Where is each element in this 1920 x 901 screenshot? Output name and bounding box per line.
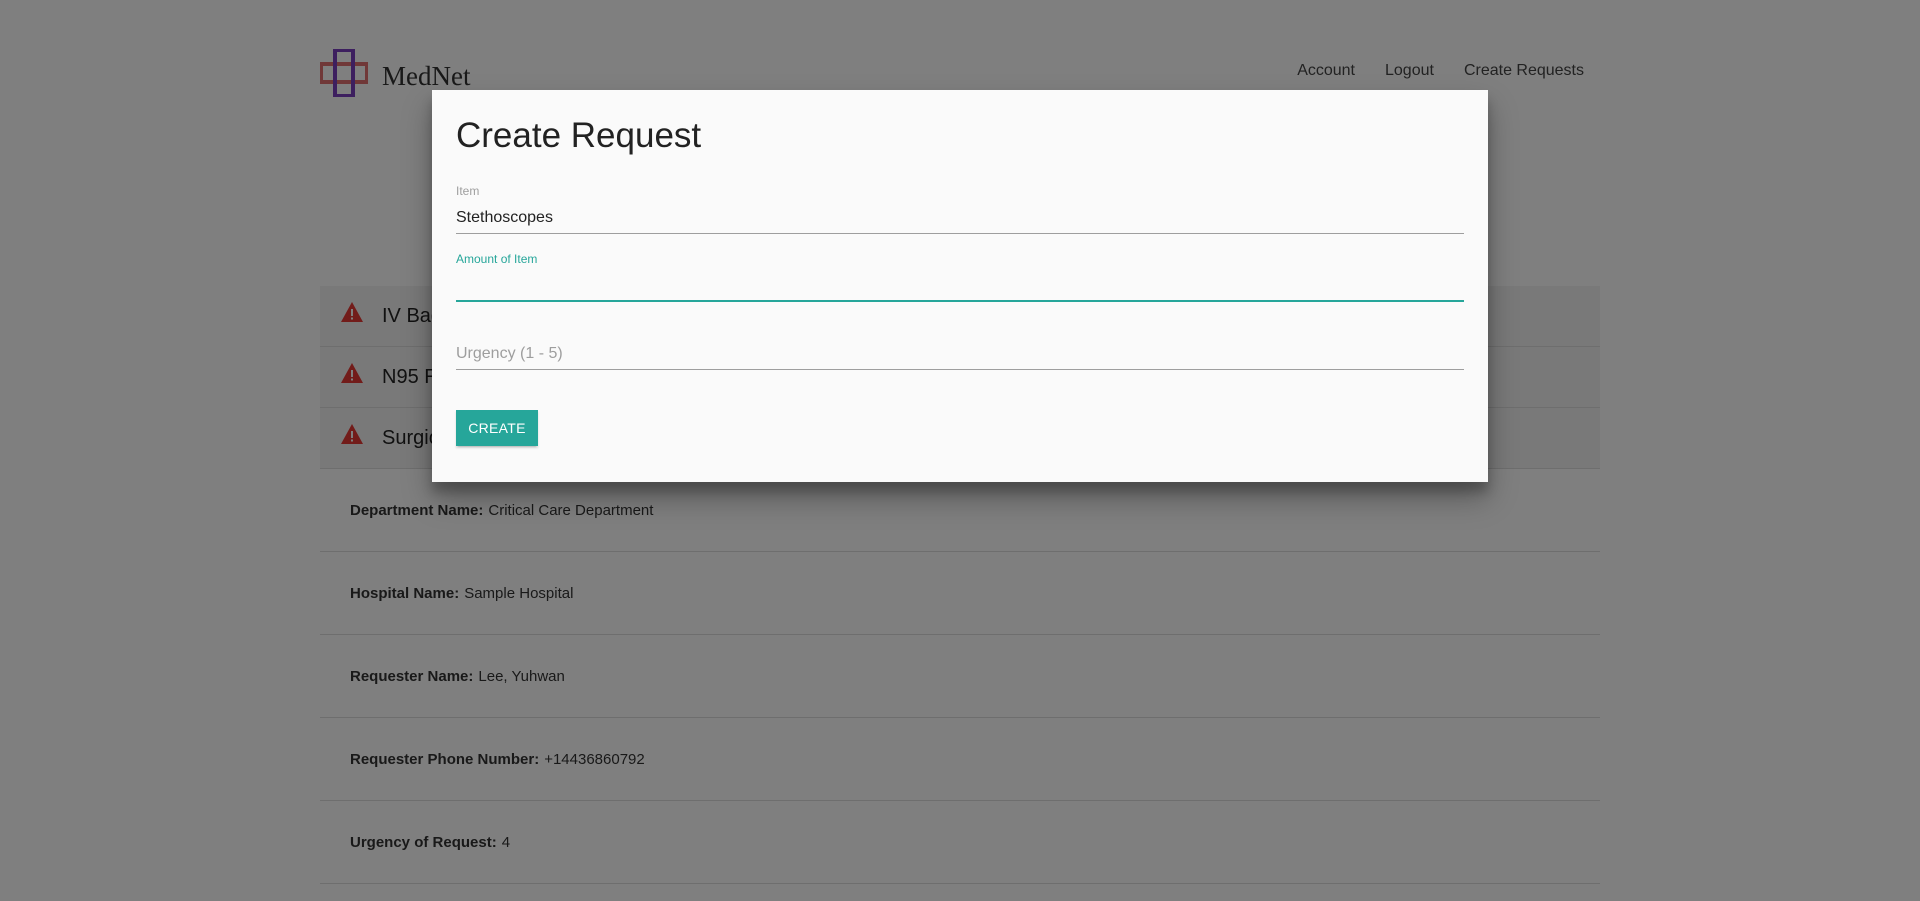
urgency-field: Urgency (1 - 5) [456, 320, 1464, 388]
modal-title: Create Request [456, 116, 702, 155]
item-label: Item [456, 184, 480, 198]
amount-label: Amount of Item [456, 252, 538, 266]
urgency-input[interactable]: Urgency (1 - 5) [456, 335, 1464, 370]
create-button[interactable]: CREATE [456, 410, 538, 446]
amount-input[interactable] [456, 267, 1464, 302]
item-field: Item Stethoscopes [456, 184, 1464, 252]
create-request-modal: Create Request Item Stethoscopes Amount … [432, 90, 1488, 482]
page: MedNet Account Logout Create Requests IV… [0, 0, 1920, 901]
item-input[interactable]: Stethoscopes [456, 199, 1464, 234]
amount-field: Amount of Item [456, 252, 1464, 320]
